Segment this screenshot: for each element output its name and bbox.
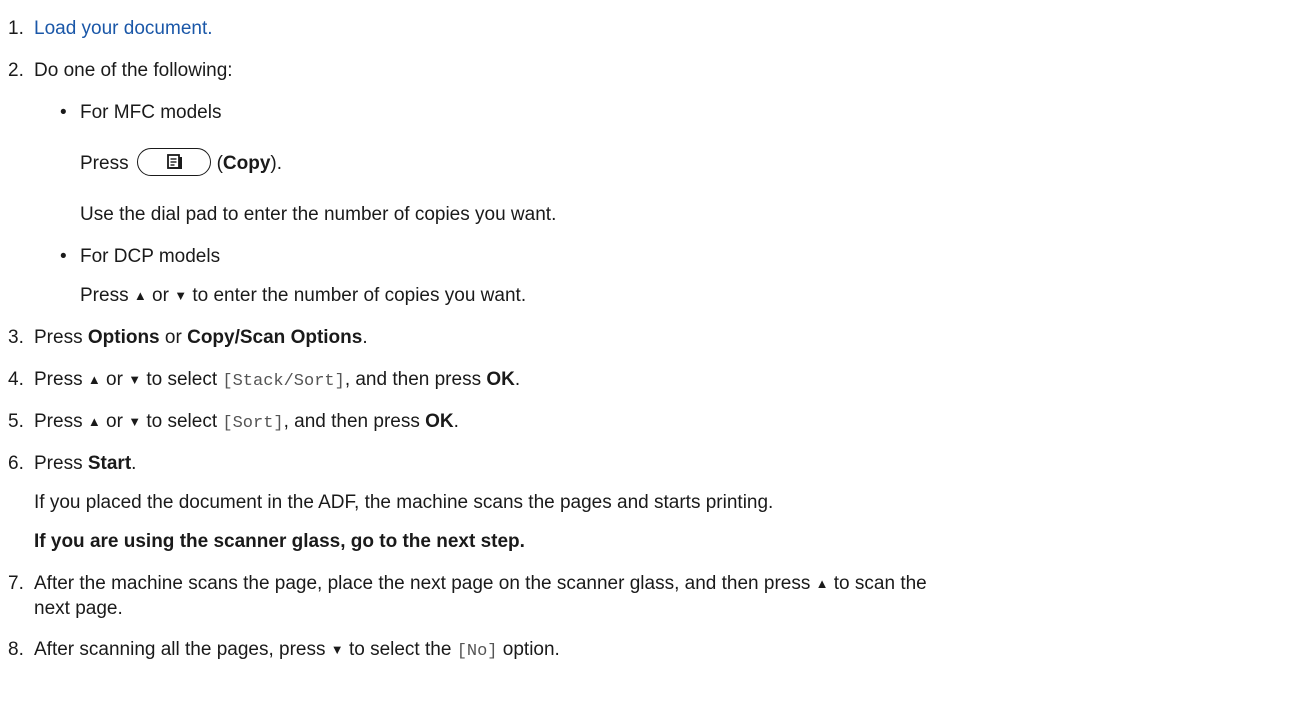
down-arrow-icon: ▼ [330, 642, 344, 657]
down-arrow-icon: ▼ [128, 372, 142, 387]
mfc-heading: For MFC models [80, 102, 222, 123]
start-label: Start [87, 453, 132, 474]
ok-label: OK [425, 411, 454, 432]
step-6-text: Press Start. [34, 453, 136, 475]
dcp-press-text: Press [80, 285, 134, 306]
up-arrow-icon: ▲ [815, 576, 829, 591]
step-3-number: 3. [8, 327, 24, 348]
no-code: [No] [456, 642, 498, 661]
step-7-line-1a: After the machine scans the page, place … [34, 573, 816, 594]
copy-button[interactable] [136, 148, 211, 176]
dcp-press-line: Press ▲ or ▼ to enter the number of copi… [80, 285, 526, 308]
step-4-mid: to select [141, 369, 223, 390]
step-5-press: Press [34, 411, 88, 432]
step-5-or: or [100, 411, 129, 432]
step-1-number: 1. [8, 18, 24, 39]
ok-label: OK [486, 369, 515, 390]
step-5-then: , and then press [283, 411, 426, 432]
dcp-heading: For DCP models [80, 246, 221, 267]
step-8-a: After scanning all the pages, press [34, 639, 331, 660]
step-4-or: or [100, 369, 129, 390]
step-6-number: 6. [8, 453, 24, 474]
step-6-press: Press [34, 453, 88, 474]
dcp-rest: to enter the number of copies you want. [187, 285, 527, 306]
copy-scan-options-label: Copy/Scan Options [187, 327, 363, 348]
mfc-bullet: • [60, 102, 67, 123]
up-arrow-icon: ▲ [87, 372, 101, 387]
step-6-adf-text: If you placed the document in the ADF, t… [34, 492, 774, 513]
step-5-number: 5. [8, 411, 24, 432]
load-document-link[interactable]: Load your document. [34, 18, 213, 39]
step-8-text: After scanning all the pages, press ▼ to… [34, 639, 560, 663]
copy-label: Copy [222, 153, 271, 175]
step-8-c: option. [497, 639, 560, 660]
step-6-glass-note: If you are using the scanner glass, go t… [34, 531, 525, 552]
step-4-text: Press ▲ or ▼ to select [Stack/Sort], and… [34, 369, 520, 393]
stack-sort-code: [Stack/Sort] [222, 372, 345, 391]
step-8-number: 8. [8, 639, 24, 660]
step-4-press: Press [34, 369, 88, 390]
sort-code: [Sort] [222, 414, 284, 433]
step-4-number: 4. [8, 369, 24, 390]
step-3-text: Press Options or Copy/Scan Options. [34, 327, 368, 349]
step-3-press: Press [34, 327, 88, 348]
step-7-line-1b: to scan the [828, 573, 927, 594]
up-arrow-icon: ▲ [133, 288, 147, 303]
copy-paren-close: ). [270, 153, 283, 175]
copy-icon [166, 154, 182, 169]
step-8-b: to select the [343, 639, 457, 660]
down-arrow-icon: ▼ [174, 288, 188, 303]
step-1-text: Load your document. [34, 18, 213, 40]
step-5-text: Press ▲ or ▼ to select [Sort], and then … [34, 411, 459, 435]
step-4-then: , and then press [344, 369, 487, 390]
step-5-mid: to select [141, 411, 223, 432]
step-7-number: 7. [8, 573, 24, 594]
mfc-dial-text: Use the dial pad to enter the number of … [80, 204, 557, 225]
step-7-line-2: next page. [34, 598, 123, 619]
step-5-end: . [453, 411, 459, 432]
step-2-text: Do one of the following: [34, 60, 233, 81]
dcp-or: or [146, 285, 175, 306]
step-4-end: . [514, 369, 521, 390]
up-arrow-icon: ▲ [87, 414, 101, 429]
options-label: Options [87, 327, 160, 348]
step-7-line-1: After the machine scans the page, place … [34, 573, 927, 596]
mfc-press-line: Press (Copy). [80, 148, 283, 178]
step-3-or: or [159, 327, 188, 348]
step-2-number: 2. [8, 60, 24, 81]
down-arrow-icon: ▼ [128, 414, 142, 429]
dcp-bullet: • [60, 246, 67, 267]
step-3-end: . [362, 327, 368, 348]
mfc-press-text: Press [80, 153, 129, 175]
step-6-end: . [131, 453, 137, 474]
instructions-page: 1. Load your document. 2. Do one of the … [0, 0, 1304, 702]
